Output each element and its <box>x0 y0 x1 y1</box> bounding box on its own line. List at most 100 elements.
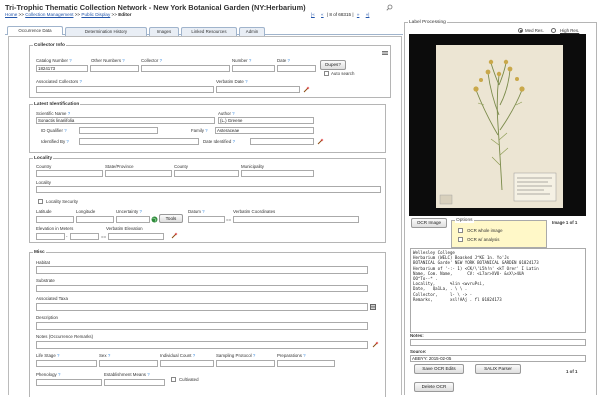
locality-security-label: Locality Security <box>46 199 78 204</box>
number-input[interactable] <box>232 65 275 72</box>
breadcrumb-home-link[interactable]: Home <box>5 12 17 17</box>
delete-ocr-button[interactable]: Delete OCR <box>414 382 454 392</box>
ocr-image-button[interactable]: OCR Image <box>411 218 447 228</box>
globe-icon[interactable] <box>151 216 158 223</box>
id-qualifier-input[interactable] <box>79 127 158 134</box>
latitude-input[interactable] <box>36 216 74 223</box>
municipality-input[interactable] <box>241 170 314 177</box>
save-ocr-edits-button[interactable]: Save OCR Edits <box>414 364 464 374</box>
verbatim-date-label: Verbatim Date ? <box>216 79 248 84</box>
ocr-notes-input[interactable] <box>410 339 586 346</box>
locality-legend: Locality <box>33 156 54 161</box>
breadcrumb-separator: >> <box>111 11 117 17</box>
date-identified-input[interactable] <box>250 138 314 145</box>
record-status: | 8 of 68315 | <box>326 12 354 17</box>
verbatim-date-input[interactable] <box>216 86 300 93</box>
substrate-input[interactable] <box>36 285 368 292</box>
elevation-min-input[interactable] <box>36 233 65 240</box>
elevation-max-input[interactable] <box>70 233 99 240</box>
sampling-protocol-label: Sampling Protocol ? <box>216 353 256 358</box>
auto-search-checkbox[interactable] <box>324 71 329 76</box>
tab-images[interactable]: Images <box>149 27 179 36</box>
author-input[interactable]: (L.) Greene <box>218 117 314 124</box>
date-input[interactable] <box>277 65 316 72</box>
preparations-input[interactable] <box>277 360 335 367</box>
datum-input[interactable] <box>188 216 225 223</box>
datum-label: Datum ? <box>188 209 205 214</box>
locality-section: Locality Country State/Province County M… <box>29 156 386 243</box>
high-res-radio[interactable] <box>551 28 556 33</box>
cultivated-checkbox[interactable] <box>171 377 176 382</box>
longitude-label: Longitude <box>76 209 96 214</box>
habitat-label: Habitat <box>36 260 50 265</box>
establishment-means-input[interactable] <box>104 379 165 386</box>
breadcrumb-separator: >> <box>18 11 24 17</box>
list-icon[interactable] <box>370 304 376 310</box>
wand-icon[interactable] <box>303 86 310 93</box>
breadcrumb-collection-management-link[interactable]: Collection Management <box>25 12 73 17</box>
tab-determination-history[interactable]: Determination History <box>65 27 147 36</box>
notes-label: Notes: <box>410 333 424 338</box>
catalog-number-input[interactable]: 1824173 <box>36 65 88 72</box>
ocr-whole-image-label: OCR whole image <box>467 228 503 233</box>
establishment-means-label: Establishment Means ? <box>104 372 150 377</box>
uncertainty-input[interactable] <box>116 216 150 223</box>
family-input[interactable]: Asteraceae <box>215 127 314 134</box>
tab-occurrence-data[interactable]: Occurrence Data <box>7 26 63 35</box>
state-province-input[interactable] <box>105 170 172 177</box>
verbatim-coordinates-input[interactable] <box>233 216 359 223</box>
habitat-input[interactable] <box>36 266 368 274</box>
ocr-source-input[interactable]: ABBYY: 2015-02-05 <box>410 355 586 362</box>
wand-icon[interactable] <box>171 232 178 239</box>
phenology-input[interactable] <box>36 379 102 386</box>
locality-security-checkbox[interactable] <box>38 199 43 204</box>
sampling-protocol-input[interactable] <box>216 360 275 367</box>
wand-icon[interactable] <box>317 138 324 145</box>
breadcrumb-public-display-link[interactable]: Public Display <box>81 12 110 17</box>
associated-collectors-input[interactable] <box>36 86 214 93</box>
identified-by-input[interactable] <box>79 138 199 145</box>
verbatim-elevation-input[interactable] <box>108 233 164 240</box>
individual-count-input[interactable] <box>160 360 214 367</box>
wand-icon[interactable] <box>372 341 379 348</box>
ocr-options-box: Options OCR whole image OCR w/ analysis <box>451 218 547 248</box>
tab-linked-resources[interactable]: Linked Resources <box>181 27 237 36</box>
state-province-label: State/Province <box>105 164 134 169</box>
preparations-label: Preparations ? <box>277 353 306 358</box>
substrate-label: Substrate <box>36 278 55 283</box>
dupes-button[interactable]: Dupes? <box>320 60 346 70</box>
country-input[interactable] <box>36 170 103 177</box>
date-identified-label: Date Identified ? <box>203 139 236 144</box>
auto-search-label: Auto search <box>331 71 355 76</box>
description-input[interactable] <box>36 322 368 330</box>
specimen-image[interactable] <box>409 34 586 216</box>
notes-input[interactable] <box>36 341 368 349</box>
ocr-w-analysis-checkbox[interactable] <box>458 237 463 242</box>
county-input[interactable] <box>174 170 239 177</box>
next-record-link[interactable]: » <box>357 12 360 17</box>
county-label: County <box>174 164 188 169</box>
country-label: Country <box>36 164 52 169</box>
longitude-input[interactable] <box>76 216 114 223</box>
last-record-link[interactable]: »| <box>366 12 370 17</box>
locality-input[interactable] <box>36 186 381 193</box>
other-numbers-input[interactable] <box>90 65 139 72</box>
search-icon[interactable] <box>386 4 393 11</box>
menu-icon[interactable] <box>382 51 388 55</box>
life-stage-input[interactable] <box>36 360 97 367</box>
ocr-text-area[interactable]: Wellesley College Herbarium (WELC) Boask… <box>410 248 586 333</box>
scientific-name-input[interactable]: Sonactis linariifolia <box>36 117 215 124</box>
tools-button[interactable]: Tools <box>159 214 183 223</box>
breadcrumb-separator: >> <box>74 11 81 17</box>
ocr-whole-image-checkbox[interactable] <box>458 228 463 233</box>
salix-parser-button[interactable]: SALIX Parser <box>475 364 521 374</box>
tools-label: Tools <box>165 216 177 221</box>
associated-taxa-label: Associated Taxa <box>36 296 68 301</box>
collector-input[interactable] <box>141 65 230 72</box>
tab-admin[interactable]: Admin <box>239 27 265 36</box>
prev-record-link[interactable]: « <box>321 12 324 17</box>
med-res-radio[interactable] <box>518 28 523 33</box>
associated-taxa-input[interactable] <box>36 303 368 311</box>
first-record-link[interactable]: |« <box>311 12 315 17</box>
sex-input[interactable] <box>99 360 158 367</box>
